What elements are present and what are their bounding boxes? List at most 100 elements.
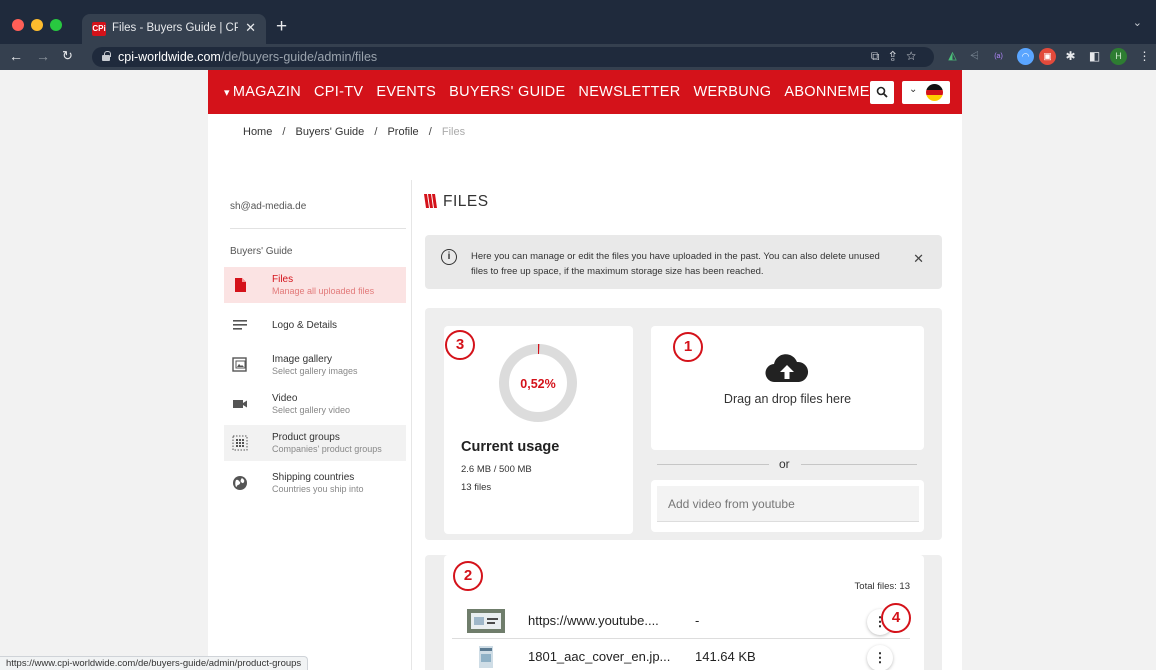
user-email: sh@ad-media.de (230, 201, 307, 212)
lock-icon (102, 51, 111, 61)
file-row[interactable]: 1801_aac_cover_en.jp... 141.64 KB ⋮ (452, 641, 910, 670)
sidebar-item-video[interactable]: Video Select gallery video (224, 386, 406, 422)
marker-3: 3 (445, 330, 475, 360)
magazine-cover-image (467, 645, 505, 669)
sidebar-item-logo-details[interactable]: Logo & Details (224, 307, 406, 343)
info-text: Here you can manage or edit the files yo… (471, 251, 880, 277)
sidebar-section-title: Buyers' Guide (230, 246, 293, 257)
usage-donut: 0,52% (499, 344, 577, 422)
nav-item-cpi-tv[interactable]: CPI-TV (314, 84, 363, 100)
new-tab-icon[interactable]: + (276, 16, 287, 38)
breadcrumb-profile[interactable]: Profile (387, 126, 418, 138)
main-navigation: ▾ MAGAZIN CPI-TV EVENTS BUYERS' GUIDE NE… (208, 70, 962, 114)
file-row[interactable]: https://www.youtube.... - ⋮ (452, 605, 910, 639)
divider-line (801, 464, 917, 465)
sidebar-item-label: Shipping countries (272, 472, 355, 483)
file-name: 1801_aac_cover_en.jp... (528, 649, 671, 664)
nav-dropdown-icon[interactable]: ▾ (224, 86, 230, 99)
tab-title: Files - Buyers Guide | CPi worldwide (112, 22, 238, 34)
site-container: ▾ MAGAZIN CPI-TV EVENTS BUYERS' GUIDE NE… (208, 70, 962, 670)
sidebar-item-product-groups[interactable]: Product groups Companies' product groups (224, 425, 406, 461)
upload-panel: 0,52% Current usage 2.6 MB / 500 MB 13 f… (425, 308, 942, 540)
drop-zone[interactable]: Drag an drop files here 1 (651, 326, 924, 450)
menu-icon[interactable]: ⋮ (1136, 48, 1153, 65)
extension-icon[interactable]: (a) (990, 48, 1007, 65)
nav-item-events[interactable]: EVENTS (376, 84, 436, 100)
maximize-window-button[interactable] (50, 19, 62, 31)
file-icon (235, 278, 246, 292)
chevron-down-icon: ⌄ (909, 84, 918, 95)
extension-icon[interactable]: ◭ (944, 48, 961, 65)
nav-item-magazin[interactable]: MAGAZIN (233, 84, 301, 100)
forward-icon[interactable]: → (36, 48, 50, 64)
back-icon[interactable]: ← (9, 48, 23, 64)
tab-close-icon[interactable]: ✕ (245, 20, 256, 36)
tab-search-icon[interactable]: ⌄ (1133, 16, 1142, 29)
sidebar-item-sublabel: Manage all uploaded files (272, 286, 375, 296)
divider-line (657, 464, 769, 465)
sidebar-item-image-gallery[interactable]: Image gallery Select gallery images (224, 347, 406, 383)
status-bar-url: https://www.cpi-worldwide.com/de/buyers-… (0, 656, 309, 670)
video-camera-icon (233, 400, 247, 408)
sidebar-item-files[interactable]: Files Manage all uploaded files (224, 267, 406, 303)
extension-icon[interactable]: ⩤ (966, 48, 983, 65)
nav-item-werbung[interactable]: WERBUNG (694, 84, 772, 100)
url-text: cpi-worldwide.com/de/buyers-guide/admin/… (118, 50, 378, 64)
profile-avatar[interactable]: H (1110, 48, 1127, 65)
browser-tab[interactable]: CPi Files - Buyers Guide | CPi worldwide… (82, 14, 266, 44)
usage-size: 2.6 MB / 500 MB (461, 464, 532, 475)
usage-percent: 0,52% (520, 377, 555, 391)
search-button[interactable] (870, 81, 894, 104)
favicon-icon: CPi (92, 22, 106, 36)
tab-bar: CPi Files - Buyers Guide | CPi worldwide… (0, 0, 1156, 44)
web-page: ▾ MAGAZIN CPI-TV EVENTS BUYERS' GUIDE NE… (0, 70, 1156, 670)
address-bar[interactable]: cpi-worldwide.com/de/buyers-guide/admin/… (92, 47, 934, 67)
marker-4: 4 (881, 603, 911, 633)
extension-icon[interactable]: ▣ (1039, 48, 1056, 65)
total-files: Total files: 13 (854, 581, 910, 592)
minimize-window-button[interactable] (31, 19, 43, 31)
grid-icon (232, 435, 248, 451)
sidebar-divider (230, 228, 406, 229)
globe-icon (233, 476, 247, 490)
files-list-card: 2 Total files: 13 https://www.youtube...… (444, 555, 924, 670)
info-icon: i (441, 249, 457, 265)
close-info-button[interactable]: ✕ (913, 251, 924, 267)
breadcrumb-home[interactable]: Home (243, 126, 272, 138)
nav-item-buyers-guide[interactable]: BUYERS' GUIDE (449, 84, 565, 100)
reload-icon[interactable]: ↻ (62, 48, 73, 64)
puzzle-icon[interactable]: ✱ (1062, 48, 1079, 65)
sidebar-item-sublabel: Select gallery images (272, 366, 358, 376)
language-selector[interactable]: ⌄ (902, 81, 950, 104)
drop-zone-text: Drag an drop files here (723, 392, 852, 406)
sidebar-item-label: Product groups (272, 432, 340, 443)
files-list-panel: 2 Total files: 13 https://www.youtube...… (425, 555, 942, 670)
sidebar-item-label: Video (272, 393, 298, 404)
sidepanel-icon[interactable]: ◧ (1086, 48, 1103, 65)
text-lines-icon (233, 320, 247, 330)
browser-window: CPi Files - Buyers Guide | CPi worldwide… (0, 0, 1156, 670)
browser-toolbar: ← → ↻ cpi-worldwide.com/de/buyers-guide/… (0, 44, 1156, 70)
sidebar-item-sublabel: Countries you ship into (272, 484, 364, 494)
breadcrumb-buyers-guide[interactable]: Buyers' Guide (296, 126, 365, 138)
file-thumbnail (467, 609, 505, 633)
sidebar-item-label: Logo & Details (272, 320, 338, 331)
cloud-upload-icon (765, 354, 809, 383)
sidebar-item-label: Files (272, 274, 294, 285)
omnibox-icons[interactable]: ⧉⇪☆ (871, 49, 926, 64)
close-window-button[interactable] (12, 19, 24, 31)
extension-icon[interactable]: ◠ (1017, 48, 1034, 65)
usage-card: 0,52% Current usage 2.6 MB / 500 MB 13 f… (444, 326, 633, 534)
nav-item-newsletter[interactable]: NEWSLETTER (578, 84, 680, 100)
page-title: FILES (424, 193, 489, 211)
breadcrumb-separator: / (282, 126, 286, 138)
gallery-icon (232, 357, 247, 372)
or-label: or (779, 457, 790, 471)
sidebar-item-shipping-countries[interactable]: Shipping countries Countries you ship in… (224, 465, 406, 501)
youtube-url-input[interactable] (657, 486, 919, 522)
file-size: 141.64 KB (695, 649, 756, 664)
more-options-button[interactable]: ⋮ (867, 645, 893, 670)
column-divider (411, 180, 412, 670)
page-title-text: FILES (443, 193, 489, 210)
german-flag-icon (926, 84, 943, 101)
